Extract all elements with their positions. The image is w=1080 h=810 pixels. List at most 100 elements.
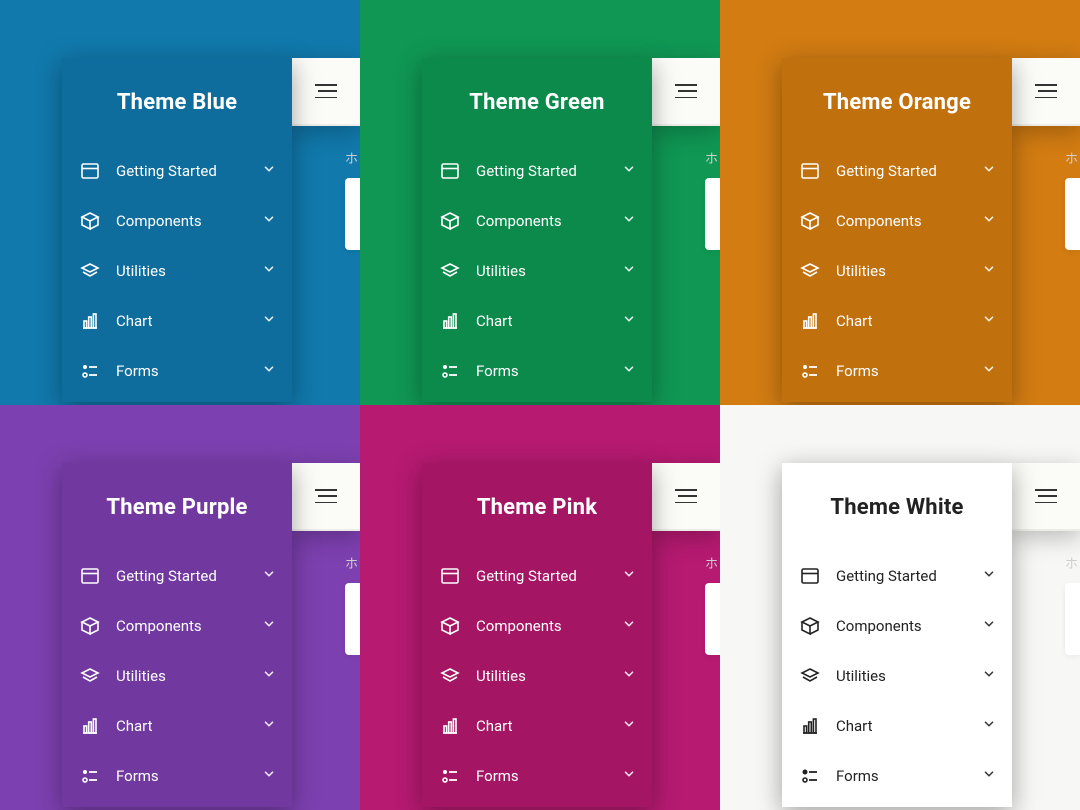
sidebar-item-label: Getting Started <box>836 567 966 585</box>
sidebar-item-label: Components <box>476 212 606 230</box>
sidebar-item-chart[interactable]: Chart <box>62 701 292 751</box>
sidebar-item-label: Utilities <box>476 667 606 685</box>
cube-icon <box>80 211 100 231</box>
chevron-down-icon <box>262 717 276 735</box>
chevron-down-icon <box>622 262 636 280</box>
topbar-toggle[interactable] <box>292 463 360 531</box>
sidebar-item-label: Getting Started <box>476 567 606 585</box>
sidebar-header: Theme White <box>782 463 1012 551</box>
topbar-toggle[interactable] <box>652 58 720 126</box>
sidebar-item-getting started[interactable]: Getting Started <box>422 146 652 196</box>
window-icon <box>80 161 100 181</box>
sidebar-item-forms[interactable]: Forms <box>782 346 1012 396</box>
sidebar-item-utilities[interactable]: Utilities <box>62 651 292 701</box>
topbar-toggle[interactable] <box>292 58 360 126</box>
sidebar: Theme Green Getting Started Components U… <box>422 58 652 402</box>
theme-title: Theme Purple <box>106 495 247 520</box>
chevron-down-icon <box>262 767 276 785</box>
chevron-down-icon <box>262 567 276 585</box>
menu-icon <box>1035 84 1057 98</box>
menu-icon <box>675 84 697 98</box>
layers-icon <box>80 666 100 686</box>
sidebar-header: Theme Purple <box>62 463 292 551</box>
theme-title: Theme White <box>830 495 963 520</box>
chevron-down-icon <box>262 667 276 685</box>
sidebar-nav: Getting Started Components Utilities Cha… <box>782 551 1012 807</box>
layers-icon <box>440 666 460 686</box>
cube-icon <box>440 211 460 231</box>
sidebar-item-utilities[interactable]: Utilities <box>62 246 292 296</box>
topbar-toggle[interactable] <box>652 463 720 531</box>
sidebar-item-getting started[interactable]: Getting Started <box>62 146 292 196</box>
menu-icon <box>675 489 697 503</box>
chevron-down-icon <box>982 312 996 330</box>
sidebar-item-forms[interactable]: Forms <box>782 751 1012 801</box>
sidebar-item-utilities[interactable]: Utilities <box>782 246 1012 296</box>
chevron-down-icon <box>622 717 636 735</box>
sidebar-item-getting started[interactable]: Getting Started <box>782 146 1012 196</box>
sidebar: Theme Blue Getting Started Components Ut… <box>62 58 292 402</box>
topbar-toggle[interactable] <box>1012 58 1080 126</box>
sidebar-item-utilities[interactable]: Utilities <box>422 246 652 296</box>
sidebar-item-label: Chart <box>836 312 966 330</box>
barchart-icon <box>440 716 460 736</box>
sidebar-item-label: Getting Started <box>116 567 246 585</box>
sidebar-item-getting started[interactable]: Getting Started <box>62 551 292 601</box>
sidebar-item-chart[interactable]: Chart <box>782 701 1012 751</box>
sidebar-item-forms[interactable]: Forms <box>62 346 292 396</box>
sidebar-item-forms[interactable]: Forms <box>62 751 292 801</box>
chevron-down-icon <box>622 162 636 180</box>
sidebar-item-components[interactable]: Components <box>62 601 292 651</box>
sidebar-item-forms[interactable]: Forms <box>422 751 652 801</box>
sidebar-item-label: Utilities <box>116 667 246 685</box>
theme-title: Theme Orange <box>823 90 971 115</box>
chevron-down-icon <box>982 262 996 280</box>
window-icon <box>440 566 460 586</box>
sidebar-item-label: Forms <box>476 362 606 380</box>
theme-title: Theme Pink <box>477 495 597 520</box>
sidebar-item-label: Components <box>836 617 966 635</box>
chevron-down-icon <box>982 362 996 380</box>
sidebar-item-label: Forms <box>836 362 966 380</box>
layers-icon <box>800 261 820 281</box>
sidebar-item-label: Chart <box>116 717 246 735</box>
sidebar-item-label: Utilities <box>116 262 246 280</box>
cube-icon <box>440 616 460 636</box>
chevron-down-icon <box>622 567 636 585</box>
sidebar-item-chart[interactable]: Chart <box>782 296 1012 346</box>
sidebar-nav: Getting Started Components Utilities Cha… <box>422 146 652 402</box>
sidebar-item-chart[interactable]: Chart <box>422 296 652 346</box>
theme-title: Theme Blue <box>117 90 237 115</box>
sidebar-item-components[interactable]: Components <box>422 196 652 246</box>
chevron-down-icon <box>622 212 636 230</box>
sidebar-item-components[interactable]: Components <box>62 196 292 246</box>
chevron-down-icon <box>982 767 996 785</box>
sliders-icon <box>800 766 820 786</box>
chevron-down-icon <box>262 212 276 230</box>
chevron-down-icon <box>982 617 996 635</box>
layers-icon <box>80 261 100 281</box>
chevron-down-icon <box>982 667 996 685</box>
sidebar-item-chart[interactable]: Chart <box>62 296 292 346</box>
chevron-down-icon <box>982 212 996 230</box>
sidebar-item-chart[interactable]: Chart <box>422 701 652 751</box>
sidebar-item-getting started[interactable]: Getting Started <box>782 551 1012 601</box>
sidebar-item-label: Utilities <box>476 262 606 280</box>
sidebar-item-label: Utilities <box>836 262 966 280</box>
sidebar-item-utilities[interactable]: Utilities <box>422 651 652 701</box>
barchart-icon <box>80 311 100 331</box>
sidebar-nav: Getting Started Components Utilities Cha… <box>62 551 292 807</box>
chevron-down-icon <box>622 362 636 380</box>
window-icon <box>800 566 820 586</box>
sidebar-item-components[interactable]: Components <box>422 601 652 651</box>
topbar-toggle[interactable] <box>1012 463 1080 531</box>
sidebar-item-label: Forms <box>116 767 246 785</box>
sidebar-item-components[interactable]: Components <box>782 196 1012 246</box>
sidebar-item-utilities[interactable]: Utilities <box>782 651 1012 701</box>
sidebar-item-forms[interactable]: Forms <box>422 346 652 396</box>
sidebar-header: Theme Blue <box>62 58 292 146</box>
chevron-down-icon <box>262 617 276 635</box>
sidebar-item-components[interactable]: Components <box>782 601 1012 651</box>
sidebar: Theme Purple Getting Started Components … <box>62 463 292 807</box>
sidebar-item-getting started[interactable]: Getting Started <box>422 551 652 601</box>
